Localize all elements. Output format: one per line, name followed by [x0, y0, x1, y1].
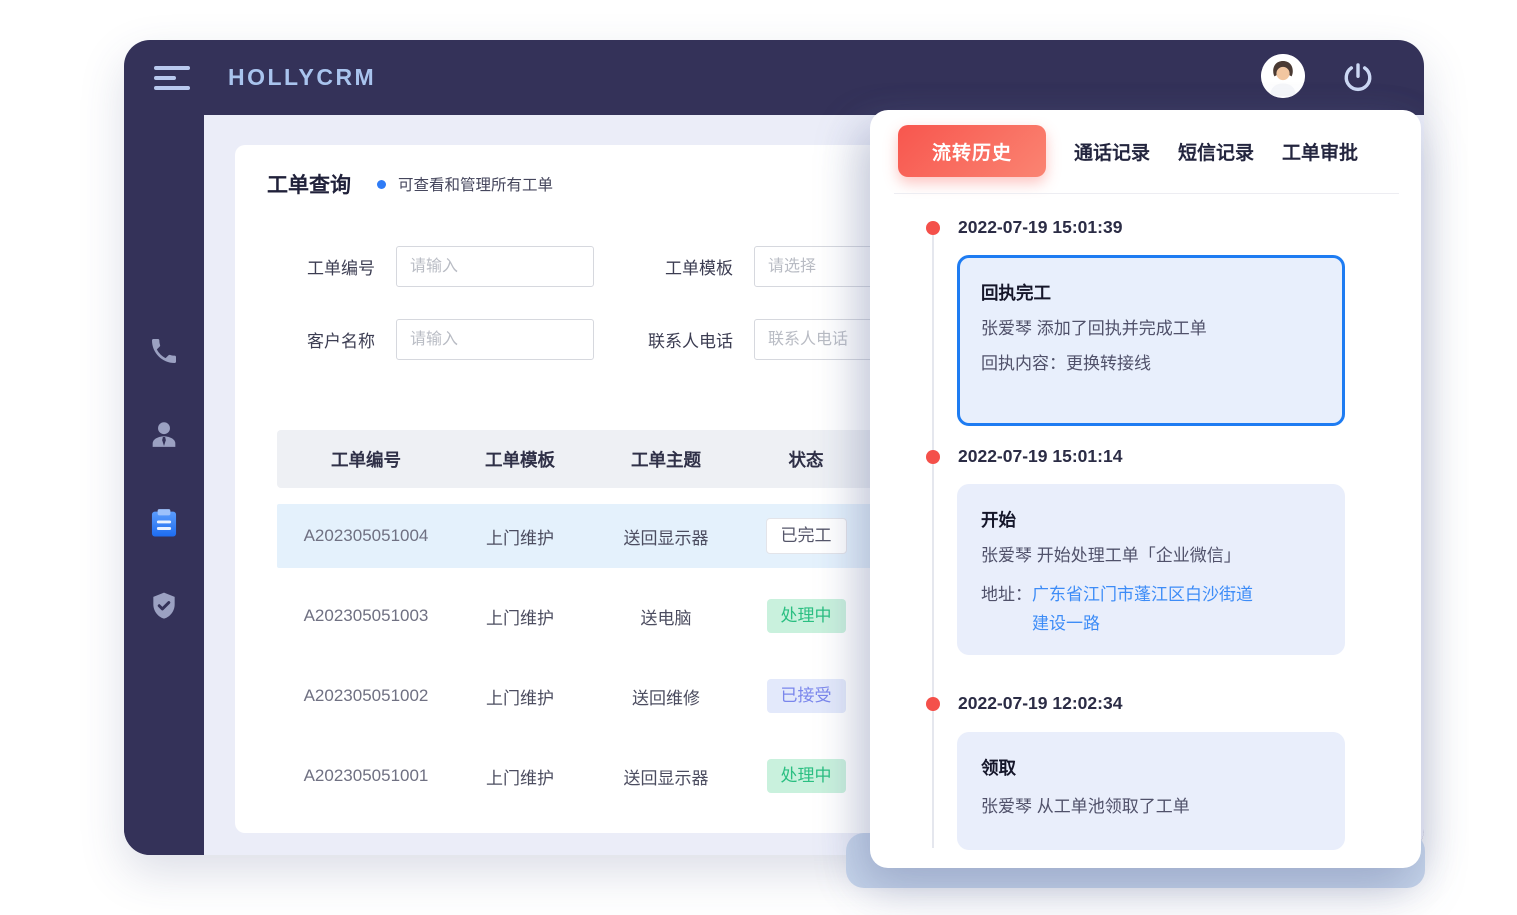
template-label: 工单模板 — [594, 254, 733, 279]
col-header-template: 工单模板 — [455, 447, 585, 472]
page-title: 工单查询 — [267, 169, 351, 199]
cell-template: 上门维护 — [455, 524, 585, 549]
customer-input[interactable] — [396, 319, 594, 360]
panel-tabs: 流转历史 通话记录 短信记录 工单审批 — [898, 125, 1358, 177]
timeline-card-line: 张爱琴 从工单池领取了工单 — [981, 796, 1321, 818]
tabs-divider — [894, 193, 1399, 194]
cell-order-no: A202305051003 — [277, 606, 455, 626]
timeline-timestamp: 2022-07-19 12:02:34 — [958, 693, 1122, 714]
sidebar-item-phone[interactable] — [124, 329, 204, 377]
timeline-card[interactable]: 领取 张爱琴 从工单池领取了工单 — [957, 732, 1345, 850]
timeline-dot — [926, 697, 940, 711]
clipboard-icon — [147, 506, 181, 545]
history-panel: 流转历史 通话记录 短信记录 工单审批 2022-07-19 15:01:39 … — [870, 110, 1421, 868]
timeline-dot — [926, 450, 940, 464]
logout-power-icon[interactable] — [1341, 60, 1375, 94]
order-no-input[interactable] — [396, 246, 594, 287]
timeline-card-title: 领取 — [981, 756, 1321, 780]
timeline-card-line: 张爱琴 添加了回执并完成工单 — [981, 318, 1321, 340]
customer-label: 客户名称 — [235, 327, 375, 352]
shield-check-icon — [148, 590, 180, 627]
cell-order-no: A202305051002 — [277, 686, 455, 706]
tab-flow-history[interactable]: 流转历史 — [898, 125, 1046, 177]
timeline-line — [932, 235, 934, 848]
user-avatar[interactable] — [1261, 54, 1305, 98]
timeline-card-selected[interactable]: 回执完工 张爱琴 添加了回执并完成工单 回执内容：更换转接线 — [957, 255, 1345, 426]
cell-subject: 送电脑 — [585, 604, 747, 629]
status-badge: 已接受 — [767, 679, 846, 713]
address-link[interactable]: 广东省江门市蓬江区白沙街道建设一路 — [1032, 580, 1264, 638]
timeline-timestamp: 2022-07-19 15:01:39 — [958, 217, 1122, 238]
cell-template: 上门维护 — [455, 684, 585, 709]
sidebar-item-workorder[interactable] — [124, 501, 204, 549]
accent-dot-icon — [377, 180, 386, 189]
person-icon — [147, 418, 181, 457]
cell-subject: 送回显示器 — [585, 524, 747, 549]
col-header-order-no: 工单编号 — [277, 447, 455, 472]
timeline-card-line: 张爱琴 开始处理工单「企业微信」 — [981, 545, 1321, 567]
order-no-label: 工单编号 — [235, 254, 375, 279]
sidebar — [124, 115, 204, 855]
page-subtitle: 可查看和管理所有工单 — [398, 173, 553, 195]
col-header-status: 状态 — [747, 447, 865, 472]
page-header: 工单查询 可查看和管理所有工单 — [267, 169, 553, 199]
timeline-card-title: 开始 — [981, 508, 1321, 532]
cell-subject: 送回维修 — [585, 684, 747, 709]
cell-order-no: A202305051004 — [277, 526, 455, 546]
sidebar-item-security[interactable] — [124, 584, 204, 632]
col-header-subject: 工单主题 — [585, 447, 747, 472]
contact-label: 联系人电话 — [594, 327, 733, 352]
address-label: 地址： — [981, 580, 1032, 638]
cell-template: 上门维护 — [455, 604, 585, 629]
timeline-timestamp: 2022-07-19 15:01:14 — [958, 446, 1122, 467]
status-badge: 处理中 — [767, 759, 846, 793]
phone-icon — [148, 335, 180, 372]
filter-row-1: 工单编号 工单模板 — [235, 246, 949, 287]
timeline-card[interactable]: 开始 张爱琴 开始处理工单「企业微信」 地址： 广东省江门市蓬江区白沙街道建设一… — [957, 484, 1345, 655]
tab-call-records[interactable]: 通话记录 — [1074, 138, 1150, 165]
sidebar-item-contacts[interactable] — [124, 413, 204, 461]
timeline-dot — [926, 221, 940, 235]
canvas: HOLLYCRM — [0, 0, 1517, 915]
brand-logo: HOLLYCRM — [228, 64, 376, 91]
cell-subject: 送回显示器 — [585, 764, 747, 789]
cell-template: 上门维护 — [455, 764, 585, 789]
address-row: 地址： 广东省江门市蓬江区白沙街道建设一路 — [981, 580, 1321, 638]
tab-approval[interactable]: 工单审批 — [1282, 138, 1358, 165]
timeline-card-title: 回执完工 — [981, 281, 1321, 305]
hamburger-menu-icon[interactable] — [154, 66, 190, 90]
filter-row-2: 客户名称 联系人电话 — [235, 319, 949, 360]
cell-order-no: A202305051001 — [277, 766, 455, 786]
status-badge: 处理中 — [767, 599, 846, 633]
timeline-card-line: 回执内容：更换转接线 — [981, 353, 1321, 375]
topbar: HOLLYCRM — [124, 40, 1424, 115]
tab-sms-records[interactable]: 短信记录 — [1178, 138, 1254, 165]
status-badge: 已完工 — [766, 518, 847, 554]
